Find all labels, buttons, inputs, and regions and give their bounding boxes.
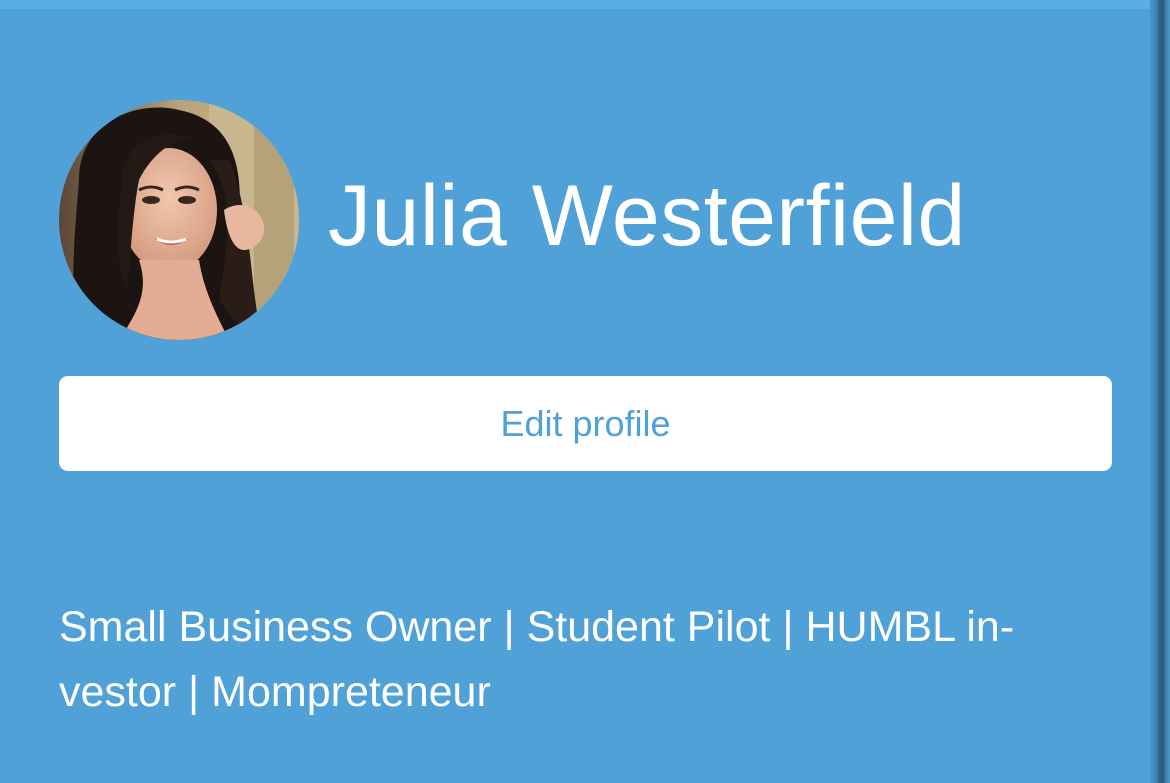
profile-name: Julia Westerfield [328,168,966,264]
top-strip [0,0,1150,9]
bio-line: vestor | Mompreteneur [59,668,491,716]
profile-bio: Small Business Owner | Student Pilot | H… [59,595,1089,725]
avatar[interactable] [59,100,299,340]
window-edge [1150,0,1170,783]
bio-line: Small Business Owner | Student Pilot | H… [59,603,1015,651]
profile-photo-icon [59,100,299,340]
profile-screen: Julia Westerfield Edit profile Small Bus… [0,0,1170,783]
edit-profile-button[interactable]: Edit profile [59,376,1112,471]
